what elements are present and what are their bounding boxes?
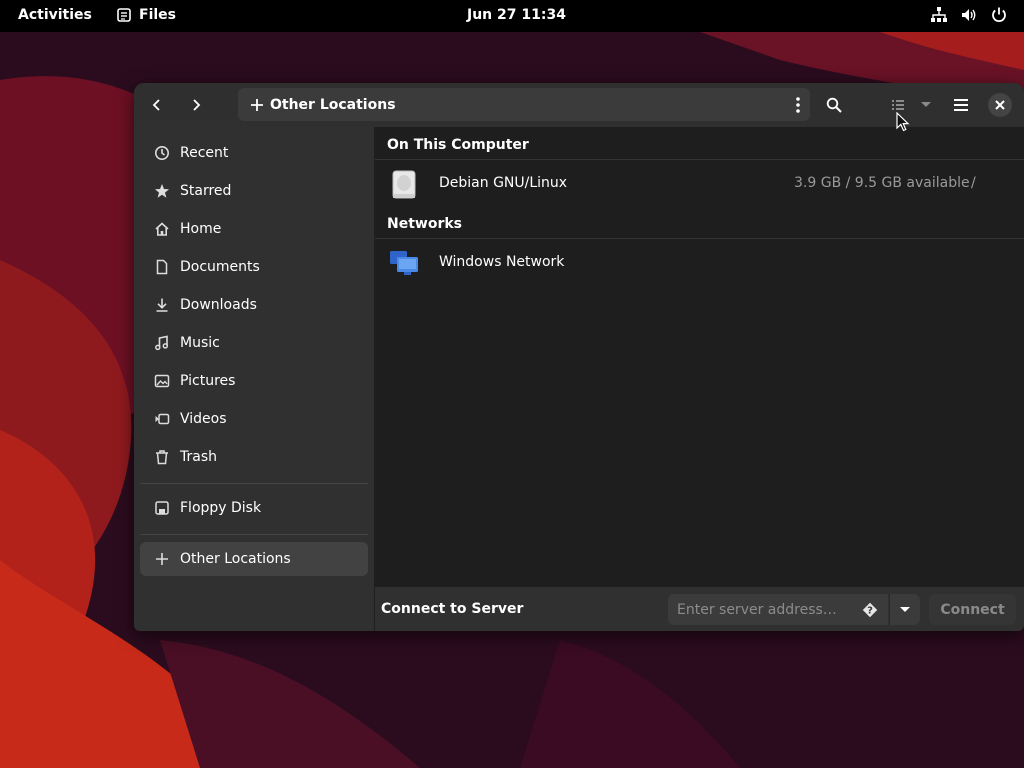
forward-button[interactable] — [182, 91, 210, 119]
path-label: Other Locations — [270, 96, 396, 113]
plus-icon — [250, 98, 264, 112]
sidebar-item-label: Starred — [180, 183, 232, 199]
section-title-computer: On This Computer — [387, 137, 529, 153]
sidebar-item-label: Videos — [180, 411, 227, 427]
drive-icon — [392, 170, 416, 199]
sidebar-item-label: Trash — [180, 449, 217, 465]
close-button[interactable] — [986, 91, 1014, 119]
caret-down-icon — [921, 102, 931, 107]
document-icon — [153, 258, 171, 276]
music-icon — [153, 334, 171, 352]
chevron-left-icon — [152, 99, 160, 111]
activities-button[interactable]: Activities — [18, 7, 92, 23]
sidebar-item-music[interactable]: Music — [140, 326, 368, 360]
sidebar-item-videos[interactable]: Videos — [140, 402, 368, 436]
sidebar-separator — [140, 534, 368, 535]
section-title-networks: Networks — [387, 216, 463, 232]
list-view-icon — [892, 100, 904, 110]
hamburger-icon — [954, 99, 968, 111]
connect-to-server-label: Connect to Server — [381, 601, 524, 617]
sidebar-item-label: Pictures — [180, 373, 236, 389]
picture-icon — [153, 372, 171, 390]
locations-view: On This Computer Debian GNU/Linux 3.9 GB… — [375, 127, 1024, 587]
location-row-debian[interactable]: Debian GNU/Linux 3.9 GB / 9.5 GB availab… — [375, 165, 1024, 203]
search-icon — [826, 97, 842, 113]
sidebar: Recent Starred Home Documents Downloads … — [134, 127, 375, 631]
files-window: Other Locations Recent Starred Home Docu… — [134, 83, 1024, 631]
sidebar-item-recent[interactable]: Recent — [140, 136, 368, 170]
sidebar-item-label: Downloads — [180, 297, 257, 313]
clock[interactable]: Jun 27 11:34 — [467, 7, 566, 23]
trash-icon — [153, 448, 171, 466]
sidebar-item-label: Music — [180, 335, 220, 351]
kebab-icon — [796, 97, 800, 113]
header-bar: Other Locations — [134, 83, 1024, 127]
help-icon[interactable]: ? — [862, 602, 878, 622]
location-availability: 3.9 GB / 9.5 GB available — [794, 175, 970, 191]
sidebar-item-label: Recent — [180, 145, 229, 161]
sidebar-item-label: Floppy Disk — [180, 500, 262, 516]
location-name: Windows Network — [439, 254, 565, 270]
connect-button[interactable]: Connect — [929, 594, 1016, 625]
windows-network-icon — [390, 251, 418, 275]
view-options-button[interactable] — [912, 91, 940, 119]
location-name: Debian GNU/Linux — [439, 175, 568, 191]
section-divider — [375, 159, 1024, 160]
close-icon — [995, 100, 1005, 110]
clock-icon — [153, 144, 171, 162]
sidebar-item-label: Documents — [180, 259, 260, 275]
download-icon — [153, 296, 171, 314]
sidebar-item-downloads[interactable]: Downloads — [140, 288, 368, 322]
main-menu-button[interactable] — [947, 91, 975, 119]
sidebar-item-pictures[interactable]: Pictures — [140, 364, 368, 398]
section-divider — [375, 238, 1024, 239]
floppy-icon — [153, 499, 171, 517]
caret-down-icon — [900, 606, 910, 612]
sidebar-item-trash[interactable]: Trash — [140, 440, 368, 474]
sidebar-item-floppy-disk[interactable]: Floppy Disk — [140, 491, 368, 525]
sidebar-item-documents[interactable]: Documents — [140, 250, 368, 284]
files-app-icon — [117, 8, 131, 22]
connect-to-server-bar: Connect to Server ? Connect — [375, 587, 1024, 631]
power-icon — [992, 7, 1006, 22]
recent-servers-dropdown[interactable] — [889, 594, 920, 625]
back-button[interactable] — [143, 91, 171, 119]
plus-icon — [153, 550, 171, 568]
server-address-input[interactable] — [668, 594, 888, 625]
chevron-right-icon — [193, 99, 201, 111]
volume-icon — [962, 9, 976, 21]
search-button[interactable] — [820, 91, 848, 119]
sidebar-item-label: Home — [180, 221, 222, 237]
mouse-pointer-icon — [896, 112, 910, 132]
location-mount-point: / — [971, 175, 976, 191]
system-tray[interactable] — [930, 6, 1008, 24]
sidebar-item-label: Other Locations — [180, 551, 291, 567]
svg-text:?: ? — [867, 606, 873, 617]
path-bar[interactable]: Other Locations — [238, 88, 810, 121]
sidebar-item-starred[interactable]: Starred — [140, 174, 368, 208]
network-icon — [931, 7, 947, 22]
video-icon — [153, 410, 171, 428]
app-name: Files — [139, 7, 176, 23]
sidebar-separator — [140, 483, 368, 484]
star-icon — [153, 182, 171, 200]
location-row-windows-network[interactable]: Windows Network — [375, 244, 1024, 282]
home-icon — [153, 220, 171, 238]
top-bar: Activities Files Jun 27 11:34 — [0, 0, 1024, 32]
app-menu[interactable]: Files — [117, 7, 176, 23]
sidebar-item-other-locations[interactable]: Other Locations — [140, 542, 368, 576]
sidebar-item-home[interactable]: Home — [140, 212, 368, 246]
path-menu-button[interactable] — [796, 97, 800, 117]
